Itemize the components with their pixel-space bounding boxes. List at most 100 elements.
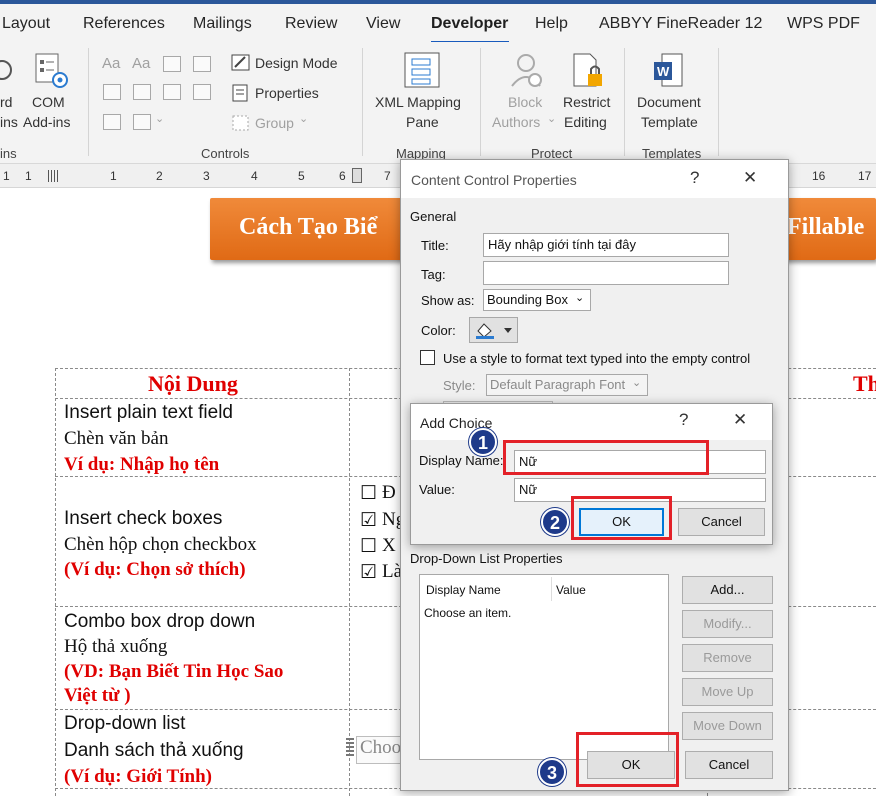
date-picker-icon[interactable] xyxy=(193,84,211,100)
combo-box-icon[interactable] xyxy=(133,84,151,100)
checkbox-1-label: Đ xyxy=(382,482,396,503)
close-icon[interactable]: ✕ xyxy=(733,410,747,430)
ruler-number: 2 xyxy=(156,169,163,183)
xml-mapping-label-2[interactable]: Pane xyxy=(406,114,439,130)
properties-button[interactable]: Properties xyxy=(255,85,319,101)
plain-text-control-icon[interactable]: Aa xyxy=(132,55,150,72)
block-authors-label-2[interactable]: Authors xyxy=(492,114,540,130)
com-addins-label-2[interactable]: Add-ins xyxy=(23,114,70,130)
picture-control-icon[interactable] xyxy=(163,56,181,72)
remove-button[interactable]: Remove xyxy=(682,644,773,672)
step-badge-1: 1 xyxy=(469,428,497,456)
list-header-value[interactable]: Value xyxy=(556,583,586,597)
use-style-checkbox[interactable] xyxy=(420,350,435,365)
tab-review[interactable]: Review xyxy=(285,15,337,33)
column-header-content: Nội Dung xyxy=(148,371,238,396)
tag-input[interactable] xyxy=(483,261,729,285)
restrict-editing-label-1[interactable]: Restrict xyxy=(563,94,610,110)
document-template-label-1[interactable]: Document xyxy=(637,94,701,110)
modify-button[interactable]: Modify... xyxy=(682,610,773,638)
color-picker-button[interactable] xyxy=(469,317,518,343)
tab-help[interactable]: Help xyxy=(535,15,568,33)
restrict-editing-icon[interactable] xyxy=(570,52,606,90)
properties-icon[interactable] xyxy=(231,84,251,102)
help-icon[interactable]: ? xyxy=(690,168,699,188)
design-mode-button[interactable]: Design Mode xyxy=(255,55,338,71)
tab-developer[interactable]: Developer xyxy=(431,15,508,33)
cancel-button[interactable]: Cancel xyxy=(685,751,773,779)
chevron-down-icon[interactable]: ⌄ xyxy=(547,112,556,125)
move-up-button[interactable]: Move Up xyxy=(682,678,773,706)
group-separator xyxy=(88,48,89,156)
group-separator xyxy=(362,48,363,156)
xml-mapping-label-1[interactable]: XML Mapping xyxy=(375,94,461,110)
tag-field-label: Tag: xyxy=(421,267,446,282)
checkbox-3[interactable]: ☐ xyxy=(360,535,377,558)
block-authors-icon[interactable] xyxy=(508,52,544,90)
addins-label-partial[interactable]: rd xyxy=(0,94,12,110)
chevron-down-icon[interactable]: ⌄ xyxy=(155,112,164,125)
table-border xyxy=(349,368,350,796)
row1-subtitle: Chèn văn bản xyxy=(64,428,169,449)
com-addins-icon[interactable] xyxy=(34,52,70,92)
ruler-indent-marker[interactable] xyxy=(352,168,362,183)
ruler-margin-marker[interactable] xyxy=(48,170,58,182)
checkbox-control-icon[interactable] xyxy=(103,84,121,100)
tab-abbyy[interactable]: ABBYY FineReader 12 xyxy=(599,15,762,33)
group-button[interactable]: Group xyxy=(255,115,294,131)
ruler-number: 4 xyxy=(251,169,258,183)
chevron-down-icon[interactable]: ⌄ xyxy=(632,376,641,389)
close-icon[interactable]: ✕ xyxy=(743,168,757,188)
checkbox-4[interactable]: ☑ xyxy=(360,561,377,584)
help-icon[interactable]: ? xyxy=(679,410,688,430)
chevron-down-icon[interactable]: ⌄ xyxy=(575,291,584,304)
banner-title-left: Cách Tạo Biể xyxy=(239,214,378,240)
block-authors-label-1[interactable]: Block xyxy=(508,94,542,110)
restrict-editing-label-2[interactable]: Editing xyxy=(564,114,607,130)
ruler-number: 6 xyxy=(339,169,346,183)
row4-example: (Ví dụ: Giới Tính) xyxy=(64,766,212,787)
row4-title: Drop-down list xyxy=(64,713,186,734)
add-button[interactable]: Add... xyxy=(682,576,773,604)
group-separator xyxy=(718,48,719,156)
highlight-display-name xyxy=(503,440,709,475)
step-badge-2: 2 xyxy=(541,508,569,536)
row2-title: Insert check boxes xyxy=(64,508,223,529)
group-icon[interactable] xyxy=(231,114,251,132)
row3-example-2: Việt từ ) xyxy=(64,685,131,706)
style-select[interactable]: Default Paragraph Font xyxy=(486,374,648,396)
group-separator xyxy=(624,48,625,156)
design-mode-icon[interactable] xyxy=(231,54,251,72)
ruler-number: 5 xyxy=(298,169,305,183)
addin-gear-icon xyxy=(0,60,12,80)
chevron-down-icon[interactable]: ⌄ xyxy=(299,112,308,125)
rich-text-control-icon[interactable]: Aa xyxy=(102,55,120,72)
tab-mailings[interactable]: Mailings xyxy=(193,15,252,33)
svg-text:W: W xyxy=(657,64,670,79)
tab-wps-pdf[interactable]: WPS PDF xyxy=(787,15,860,33)
move-down-button[interactable]: Move Down xyxy=(682,712,773,740)
checkbox-2[interactable]: ☑ xyxy=(360,509,377,532)
building-block-icon[interactable] xyxy=(193,56,211,72)
list-header-display-name[interactable]: Display Name xyxy=(426,583,501,597)
document-template-icon[interactable]: W xyxy=(652,52,688,90)
dropdown-list-icon[interactable] xyxy=(163,84,181,100)
ruler-number: 1 xyxy=(110,169,117,183)
repeating-section-icon[interactable] xyxy=(103,114,121,130)
checkbox-1[interactable]: ☐ xyxy=(360,482,377,505)
addins-label-partial-2[interactable]: ins xyxy=(0,114,18,130)
add-choice-cancel-button[interactable]: Cancel xyxy=(678,508,765,536)
title-input[interactable]: Hãy nhập giới tính tại đây xyxy=(483,233,729,257)
legacy-tools-icon[interactable] xyxy=(133,114,151,130)
tab-references[interactable]: References xyxy=(83,15,165,33)
display-name-label: Display Name: xyxy=(419,453,504,468)
tab-view[interactable]: View xyxy=(366,15,400,33)
com-addins-label-1[interactable]: COM xyxy=(32,94,65,110)
tab-layout[interactable]: Layout xyxy=(2,15,50,33)
control-handle-icon[interactable] xyxy=(346,738,354,756)
list-item[interactable]: Choose an item. xyxy=(424,606,511,620)
document-template-label-2[interactable]: Template xyxy=(641,114,698,130)
general-section-label: General xyxy=(410,209,457,224)
xml-mapping-icon[interactable] xyxy=(404,52,440,90)
column-divider xyxy=(551,577,552,601)
